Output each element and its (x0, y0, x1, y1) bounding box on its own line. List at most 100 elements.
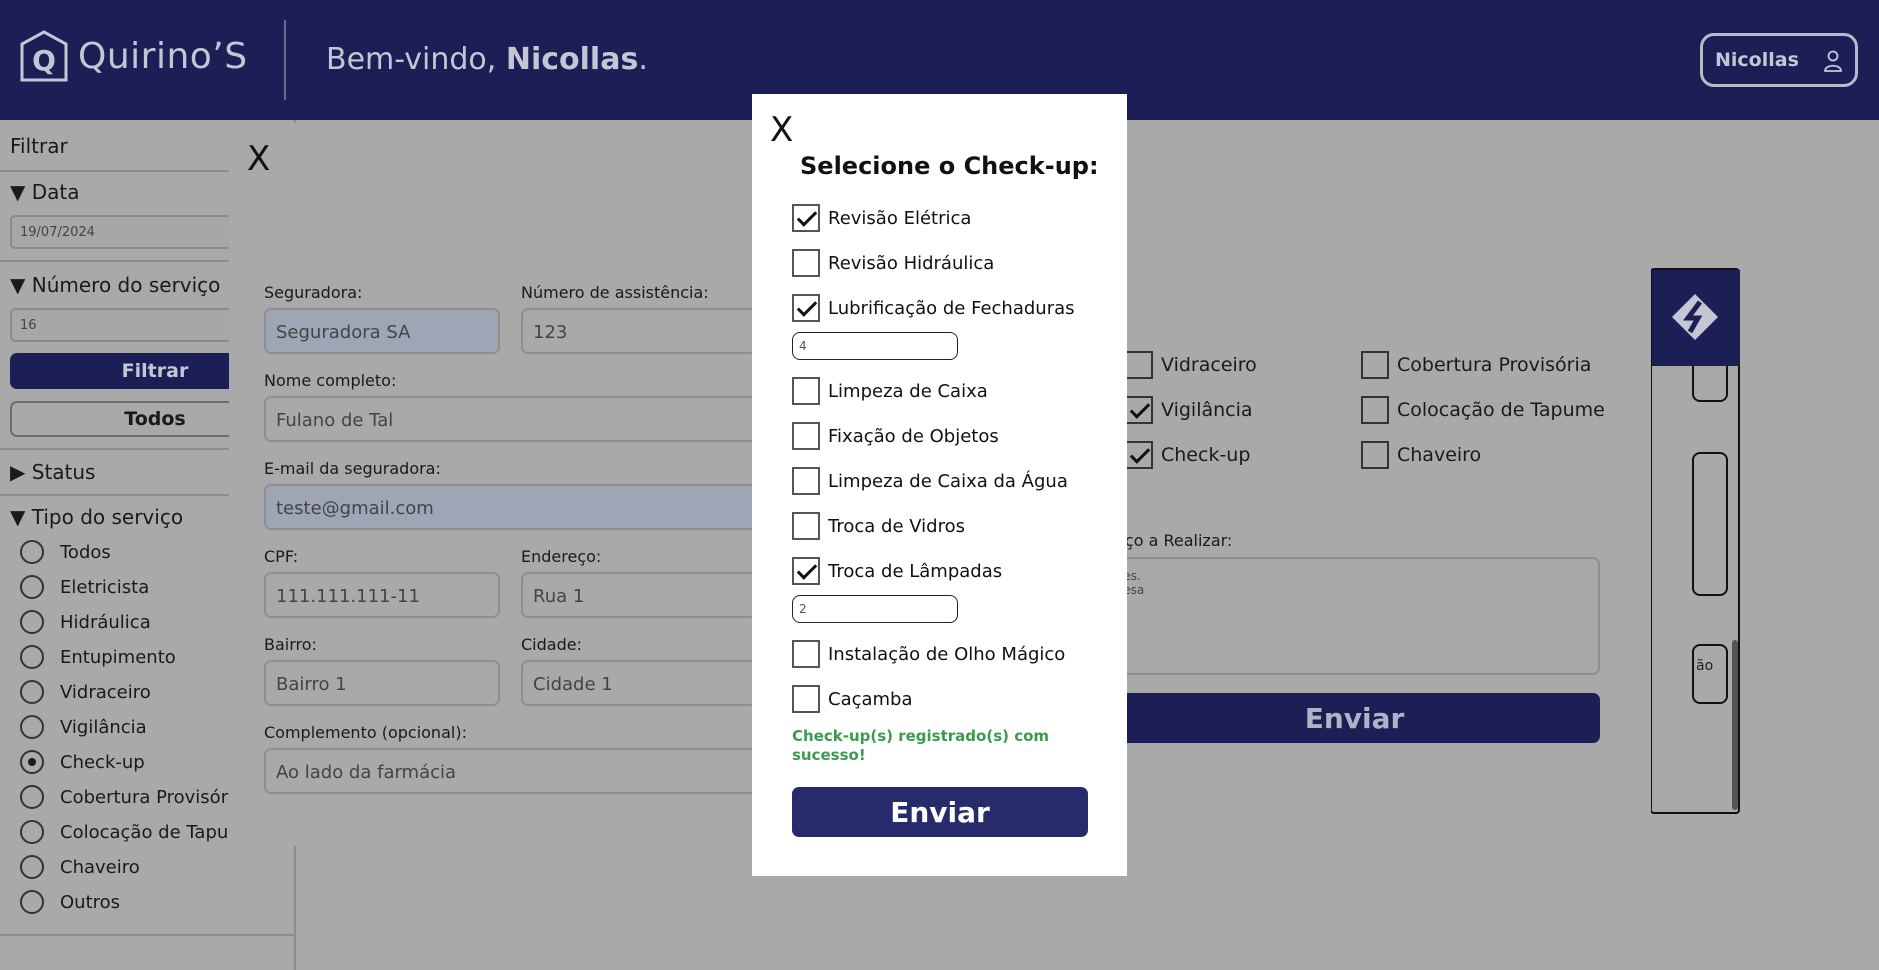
radio-button[interactable] (20, 575, 44, 599)
radio-button[interactable] (20, 540, 44, 564)
bairro-label: Bairro: (264, 635, 317, 654)
radio-button[interactable] (20, 610, 44, 634)
checkup-option[interactable]: Instalação de Olho Mágico (792, 640, 1065, 668)
checkbox[interactable] (792, 512, 820, 540)
checkbox[interactable] (792, 467, 820, 495)
card-header (1652, 270, 1740, 366)
service-checkbox-tapume[interactable]: Colocação de Tapume (1361, 396, 1605, 424)
service-checkbox-chaveiro[interactable]: Chaveiro (1361, 441, 1481, 469)
checkbox-label: Troca de Lâmpadas (828, 560, 1003, 582)
assistencia-label: Número de assistência: (521, 283, 709, 302)
checkbox[interactable] (792, 640, 820, 668)
tipo-radio-option[interactable]: Entupimento (20, 645, 176, 669)
checkbox[interactable] (792, 422, 820, 450)
service-checkbox-vigilancia[interactable]: Vigilância (1125, 396, 1253, 424)
form-close-button[interactable]: X (247, 139, 270, 179)
endereco-field[interactable]: Rua 1 (521, 572, 757, 618)
checkbox[interactable] (1361, 351, 1389, 379)
service-checkbox-vidraceiro[interactable]: Vidraceiro (1125, 351, 1257, 379)
logo-text: Quirino’S (78, 35, 248, 77)
checkup-option[interactable]: Revisão Elétrica (792, 204, 971, 232)
service-checkbox-checkup[interactable]: Check-up (1125, 441, 1250, 469)
checkbox-label: Troca de Vidros (828, 515, 965, 537)
servico-label: viço a Realizar: (1111, 531, 1233, 550)
nome-field[interactable]: Fulano de Tal (264, 396, 758, 442)
section-data-toggle[interactable]: ▼ Data (10, 180, 80, 204)
radio-label: Vidraceiro (60, 681, 151, 703)
complemento-field[interactable]: Ao lado da farmácia (264, 748, 758, 794)
radio-button[interactable] (20, 750, 44, 774)
diamond-logo-icon (1672, 294, 1718, 340)
section-status-toggle[interactable]: ▶ Status (10, 460, 95, 484)
radio-button[interactable] (20, 785, 44, 809)
section-data-label: Data (31, 180, 80, 204)
checkup-option[interactable]: Troca de Vidros (792, 512, 965, 540)
form-submit-button[interactable]: Enviar (1109, 693, 1600, 743)
complemento-label: Complemento (opcional): (264, 723, 467, 742)
radio-button[interactable] (20, 680, 44, 704)
quantity-input[interactable]: 4 (792, 332, 958, 360)
checkbox[interactable] (792, 557, 820, 585)
checkup-modal: X Selecione o Check-up: Revisão Elétrica… (752, 94, 1127, 876)
tipo-radio-option[interactable]: Colocação de Tapume (20, 820, 257, 844)
quantity-input[interactable]: 2 (792, 595, 958, 623)
tipo-radio-option[interactable]: Cobertura Provisória (20, 785, 244, 809)
radio-button[interactable] (20, 890, 44, 914)
section-numero-label: Número do serviço (31, 273, 221, 297)
tipo-radio-option[interactable]: Hidráulica (20, 610, 151, 634)
bairro-field[interactable]: Bairro 1 (264, 660, 500, 706)
checkbox[interactable] (1361, 441, 1389, 469)
section-tipo-toggle[interactable]: ▼ Tipo do serviço (10, 505, 183, 529)
radio-label: Cobertura Provisória (60, 786, 245, 808)
checkbox[interactable] (1361, 396, 1389, 424)
section-numero-toggle[interactable]: ▼ Número do serviço (10, 273, 220, 297)
user-menu-button[interactable]: Nicollas (1700, 33, 1858, 87)
tipo-radio-option[interactable]: Eletricista (20, 575, 149, 599)
checkbox-label: Instalação de Olho Mágico (828, 643, 1066, 665)
logo-q-icon: Q (18, 30, 70, 82)
scrollbar[interactable] (1732, 640, 1738, 810)
checkup-close-button[interactable]: X (770, 110, 793, 150)
checkup-option[interactable]: Limpeza de Caixa (792, 377, 988, 405)
email-field[interactable]: teste@gmail.com (264, 484, 758, 530)
checkup-option[interactable]: Lubrificação de Fechaduras (792, 294, 1075, 322)
tipo-radio-option[interactable]: Vigilância (20, 715, 147, 739)
tipo-radio-option[interactable]: Todos (20, 540, 111, 564)
service-checkbox-cobertura[interactable]: Cobertura Provisória (1361, 351, 1591, 379)
radio-button[interactable] (20, 645, 44, 669)
radio-button[interactable] (20, 715, 44, 739)
tipo-radio-option[interactable]: Check-up (20, 750, 145, 774)
checkbox[interactable] (1125, 441, 1153, 469)
checkup-option[interactable]: Caçamba (792, 685, 913, 713)
cpf-field[interactable]: 111.111.111-11 (264, 572, 500, 618)
radio-button[interactable] (20, 820, 44, 844)
checkup-option[interactable]: Revisão Hidráulica (792, 249, 994, 277)
checkbox[interactable] (1125, 351, 1153, 379)
cidade-label: Cidade: (521, 635, 582, 654)
welcome-message: Bem-vindo, Nicollas. (326, 42, 648, 77)
tipo-radio-option[interactable]: Vidraceiro (20, 680, 151, 704)
checkbox[interactable] (792, 294, 820, 322)
tipo-radio-option[interactable]: Outros (20, 890, 120, 914)
radio-button[interactable] (20, 855, 44, 879)
card-status-box[interactable]: ão (1692, 644, 1728, 704)
checkup-option[interactable]: Fixação de Objetos (792, 422, 999, 450)
checkbox-label: Vigilância (1161, 399, 1253, 421)
tipo-radio-option[interactable]: Chaveiro (20, 855, 140, 879)
checkup-option[interactable]: Troca de Lâmpadas (792, 557, 1002, 585)
assistencia-field[interactable]: 123 (521, 308, 757, 354)
app-logo[interactable]: Q Quirino’S (18, 30, 248, 82)
radio-label: Todos (60, 541, 111, 563)
radio-label: Colocação de Tapume (60, 821, 257, 843)
seguradora-field[interactable]: Seguradora SA (264, 308, 500, 354)
checkbox[interactable] (792, 204, 820, 232)
checkbox[interactable] (792, 249, 820, 277)
welcome-prefix: Bem-vindo, (326, 42, 506, 77)
checkbox[interactable] (792, 377, 820, 405)
checkup-submit-button[interactable]: Enviar (792, 787, 1088, 837)
checkbox[interactable] (792, 685, 820, 713)
cidade-field[interactable]: Cidade 1 (521, 660, 757, 706)
servico-textarea[interactable]: ntes. presa (1109, 557, 1600, 675)
checkup-option[interactable]: Limpeza de Caixa da Água (792, 467, 1068, 495)
checkbox[interactable] (1125, 396, 1153, 424)
